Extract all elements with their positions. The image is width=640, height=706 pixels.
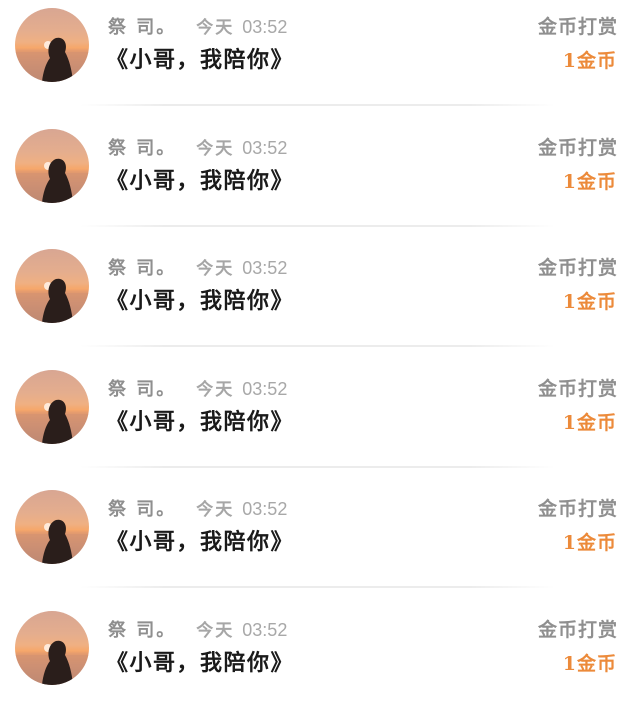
message-meta: 祭 司。 今天 03:52 bbox=[108, 378, 287, 400]
message-time: 03:52 bbox=[242, 17, 288, 37]
message-date: 今天 bbox=[196, 620, 235, 641]
row-divider bbox=[80, 465, 555, 468]
message-time: 03:52 bbox=[242, 378, 288, 399]
sender-name: 祭 司。 bbox=[108, 17, 177, 38]
message-meta: 祭 司。 今天 03:52 bbox=[108, 257, 287, 279]
message-row[interactable]: 祭 司。 今天 03:52 《小哥，我陪你》 金币打赏 1金币 bbox=[0, 121, 640, 242]
reward-label: 金币打赏 bbox=[537, 618, 618, 641]
avatar-photo bbox=[15, 278, 89, 324]
avatar[interactable] bbox=[15, 369, 89, 444]
avatar-photo bbox=[15, 520, 89, 565]
reward-amount: 1金币 bbox=[562, 291, 617, 314]
avatar-photo bbox=[15, 158, 89, 203]
avatar[interactable] bbox=[15, 249, 89, 324]
reward-amount: 1金币 bbox=[562, 411, 617, 434]
message-row[interactable]: 祭 司。 今天 03:52 《小哥，我陪你》 金币打赏 1金币 bbox=[0, 482, 640, 603]
avatar-photo bbox=[15, 640, 89, 685]
sender-name: 祭 司。 bbox=[108, 258, 177, 280]
avatar[interactable] bbox=[15, 8, 89, 82]
reward-amount: 1金币 bbox=[562, 50, 617, 72]
message-meta: 祭 司。 今天 03:52 bbox=[108, 498, 287, 520]
message-title: 《小哥，我陪你》 bbox=[106, 167, 295, 194]
reward-label: 金币打赏 bbox=[537, 16, 618, 38]
message-meta: 祭 司。 今天 03:52 bbox=[108, 137, 287, 159]
message-date: 今天 bbox=[196, 138, 235, 159]
message-title: 《小哥，我陪你》 bbox=[106, 649, 295, 676]
reward-amount: 1金币 bbox=[562, 652, 617, 675]
message-row[interactable]: 祭 司。 今天 03:52 《小哥，我陪你》 金币打赏 1金币 bbox=[0, 0, 640, 121]
reward-amount: 1金币 bbox=[562, 532, 617, 555]
sender-name: 祭 司。 bbox=[108, 499, 177, 521]
sender-name: 祭 司。 bbox=[108, 137, 177, 159]
message-date: 今天 bbox=[196, 18, 235, 38]
message-time: 03:52 bbox=[242, 619, 288, 640]
reward-label: 金币打赏 bbox=[537, 257, 618, 280]
message-title: 《小哥，我陪你》 bbox=[106, 47, 295, 73]
message-row[interactable]: 祭 司。 今天 03:52 《小哥，我陪你》 金币打赏 1金币 bbox=[0, 362, 640, 483]
reward-label: 金币打赏 bbox=[537, 498, 618, 521]
message-title: 《小哥，我陪你》 bbox=[106, 408, 295, 435]
message-time: 03:52 bbox=[242, 499, 288, 520]
avatar[interactable] bbox=[15, 610, 89, 685]
message-meta: 祭 司。 今天 03:52 bbox=[108, 619, 287, 641]
row-divider bbox=[80, 345, 555, 348]
message-date: 今天 bbox=[196, 259, 235, 280]
message-title: 《小哥，我陪你》 bbox=[106, 288, 295, 315]
message-row[interactable]: 祭 司。 今天 03:52 《小哥，我陪你》 金币打赏 1金币 bbox=[0, 603, 640, 706]
row-divider bbox=[80, 104, 555, 106]
sender-name: 祭 司。 bbox=[108, 619, 177, 641]
message-list: 祭 司。 今天 03:52 《小哥，我陪你》 金币打赏 1金币 祭 司。 今天 03:5… bbox=[0, 0, 640, 706]
message-title: 《小哥，我陪你》 bbox=[106, 529, 295, 556]
message-row[interactable]: 祭 司。 今天 03:52 《小哥，我陪你》 金币打赏 1金币 bbox=[0, 241, 640, 362]
avatar-photo bbox=[15, 37, 89, 82]
message-date: 今天 bbox=[196, 500, 235, 521]
avatar[interactable] bbox=[15, 490, 89, 565]
sender-name: 祭 司。 bbox=[108, 378, 177, 400]
message-time: 03:52 bbox=[242, 258, 288, 279]
reward-label: 金币打赏 bbox=[537, 377, 618, 400]
avatar-photo bbox=[15, 399, 89, 444]
reward-amount: 1金币 bbox=[562, 170, 617, 193]
message-date: 今天 bbox=[196, 379, 235, 400]
message-time: 03:52 bbox=[242, 137, 288, 158]
reward-label: 金币打赏 bbox=[537, 136, 618, 159]
message-meta: 祭 司。 今天 03:52 bbox=[108, 16, 287, 38]
avatar[interactable] bbox=[15, 128, 89, 203]
row-divider bbox=[80, 586, 555, 589]
row-divider bbox=[80, 224, 555, 227]
